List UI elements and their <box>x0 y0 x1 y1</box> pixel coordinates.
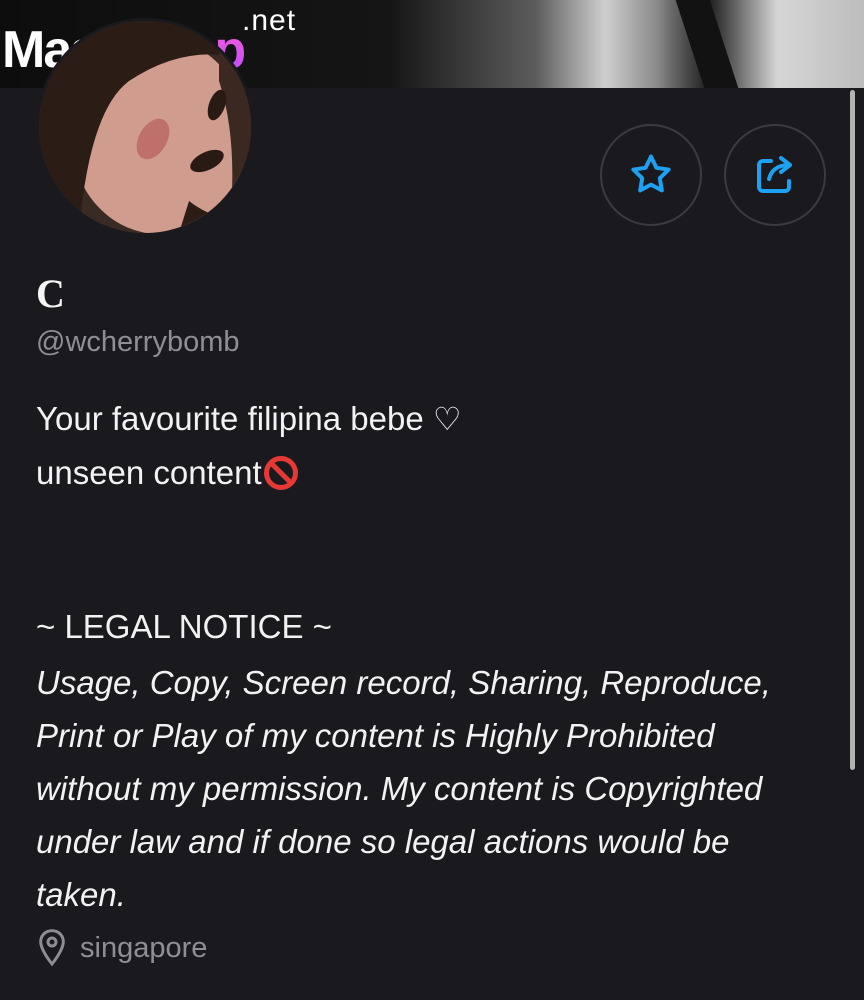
legal-notice-line: under law and if done so legal actions w… <box>36 823 730 860</box>
heart-icon: ♡ <box>432 400 462 438</box>
map-pin-icon <box>39 929 65 967</box>
scrollbar[interactable] <box>850 90 855 770</box>
display-name: C <box>36 271 65 316</box>
legal-notice-body: Usage, Copy, Screen record, Sharing, Rep… <box>36 656 836 921</box>
avatar-photo <box>39 21 251 233</box>
share-icon <box>757 156 792 193</box>
bio-line-2: unseen content <box>36 446 836 499</box>
star-icon <box>631 154 671 193</box>
location-label: singapore <box>80 931 208 964</box>
no-entry-icon <box>263 456 298 490</box>
legal-notice-line: Usage, Copy, Screen record, Sharing, Rep… <box>36 664 771 701</box>
username-handle: @wcherrybomb <box>36 326 240 358</box>
watermark-tld: .net <box>242 4 297 37</box>
avatar[interactable] <box>36 18 254 236</box>
cover-image-detail <box>675 0 739 88</box>
legal-notice-line: taken. <box>36 876 126 913</box>
profile-bio: Your favourite filipina bebe ♡ unseen co… <box>36 392 836 499</box>
profile-location: singapore <box>36 928 207 968</box>
legal-notice-line: without my permission. My content is Cop… <box>36 770 763 807</box>
legal-notice-line: Print or Play of my content is Highly Pr… <box>36 717 715 754</box>
favorite-button[interactable] <box>600 124 702 226</box>
share-button[interactable] <box>724 124 826 226</box>
legal-notice-title: ~ LEGAL NOTICE ~ <box>36 608 332 645</box>
bio-line-1: Your favourite filipina bebe ♡ <box>36 400 462 438</box>
